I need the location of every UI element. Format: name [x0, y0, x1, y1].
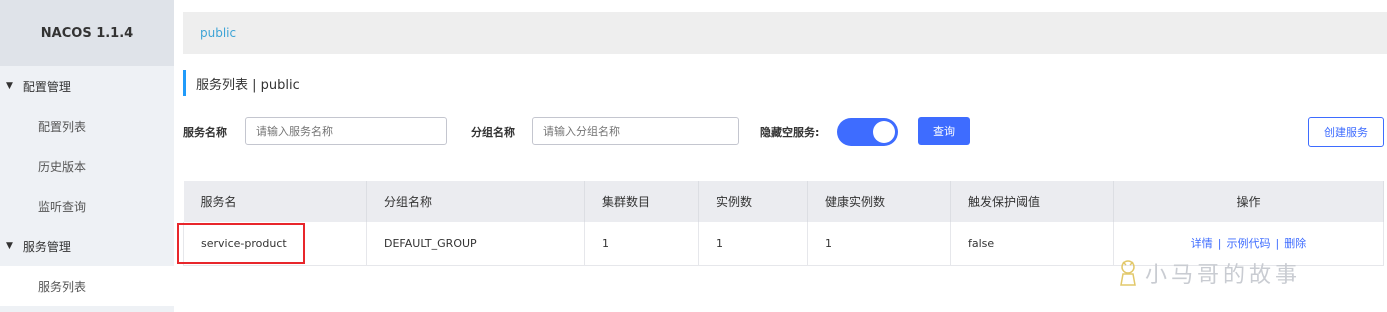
nav-group-config[interactable]: ▼ 配置管理 [0, 66, 174, 106]
separator: | [1275, 237, 1280, 251]
group-name-input[interactable] [532, 117, 739, 145]
col-healthy-count: 健康实例数 [807, 181, 951, 222]
watermark-text: 小马哥的故事 [1145, 263, 1302, 288]
highlight-box [177, 223, 305, 264]
nav-group-service[interactable]: ▼ 服务管理 [0, 226, 174, 266]
sample-code-link[interactable]: 示例代码 [1227, 237, 1271, 250]
caret-down-icon: ▼ [6, 81, 13, 91]
toggle-knob [873, 121, 895, 143]
cell-cluster-count: 1 [584, 222, 699, 266]
sidebar-item-service-list[interactable]: 服务列表 [0, 266, 174, 306]
nav-group-label: 配置管理 [22, 79, 71, 94]
table-header-row: 服务名 分组名称 集群数目 实例数 健康实例数 触发保护阈值 操作 [183, 181, 1384, 222]
cell-group-name: DEFAULT_GROUP [366, 222, 585, 266]
cell-healthy-count: 1 [807, 222, 951, 266]
sidebar-item-config-list[interactable]: 配置列表 [0, 106, 174, 146]
service-table: 服务名 分组名称 集群数目 实例数 健康实例数 触发保护阈值 操作 servic… [183, 181, 1384, 266]
delete-link[interactable]: 删除 [1284, 237, 1306, 250]
namespace-link[interactable]: public [200, 26, 236, 40]
hide-empty-label: 隐藏空服务: [760, 126, 820, 139]
cell-protect-threshold: false [950, 222, 1114, 266]
service-name-label: 服务名称 [183, 126, 227, 139]
col-cluster-count: 集群数目 [584, 181, 699, 222]
sidebar-item-history[interactable]: 历史版本 [0, 146, 174, 186]
col-service-name: 服务名 [183, 181, 367, 222]
nav-group-label: 服务管理 [22, 239, 71, 254]
col-group-name: 分组名称 [366, 181, 585, 222]
page-title: 服务列表 | public [183, 70, 300, 96]
detail-link[interactable]: 详情 [1191, 237, 1213, 250]
cell-instance-count: 1 [698, 222, 808, 266]
query-button[interactable]: 查询 [918, 117, 970, 145]
hide-empty-toggle[interactable] [837, 118, 898, 146]
group-name-label: 分组名称 [471, 126, 515, 139]
col-protect-threshold: 触发保护阈值 [950, 181, 1114, 222]
app-logo[interactable]: NACOS 1.1.4 [0, 0, 174, 66]
sidebar: NACOS 1.1.4 ▼ 配置管理 配置列表 历史版本 监听查询 ▼ 服务管理… [0, 0, 174, 312]
caret-down-icon: ▼ [6, 241, 13, 251]
create-service-button[interactable]: 创建服务 [1308, 117, 1384, 147]
filter-form: 服务名称 分组名称 隐藏空服务: 查询 创建服务 [183, 117, 1387, 147]
separator: | [1217, 237, 1222, 251]
col-actions: 操作 [1113, 181, 1384, 222]
col-instance-count: 实例数 [698, 181, 808, 222]
sidebar-item-listener[interactable]: 监听查询 [0, 186, 174, 226]
service-name-input[interactable] [245, 117, 447, 145]
watermark-logo-icon [1120, 260, 1136, 286]
watermark: 小马哥的故事 [1117, 257, 1301, 289]
page-title-text: 服务列表 | public [196, 77, 300, 93]
namespace-bar: public [183, 12, 1387, 54]
title-accent-bar [183, 70, 186, 96]
